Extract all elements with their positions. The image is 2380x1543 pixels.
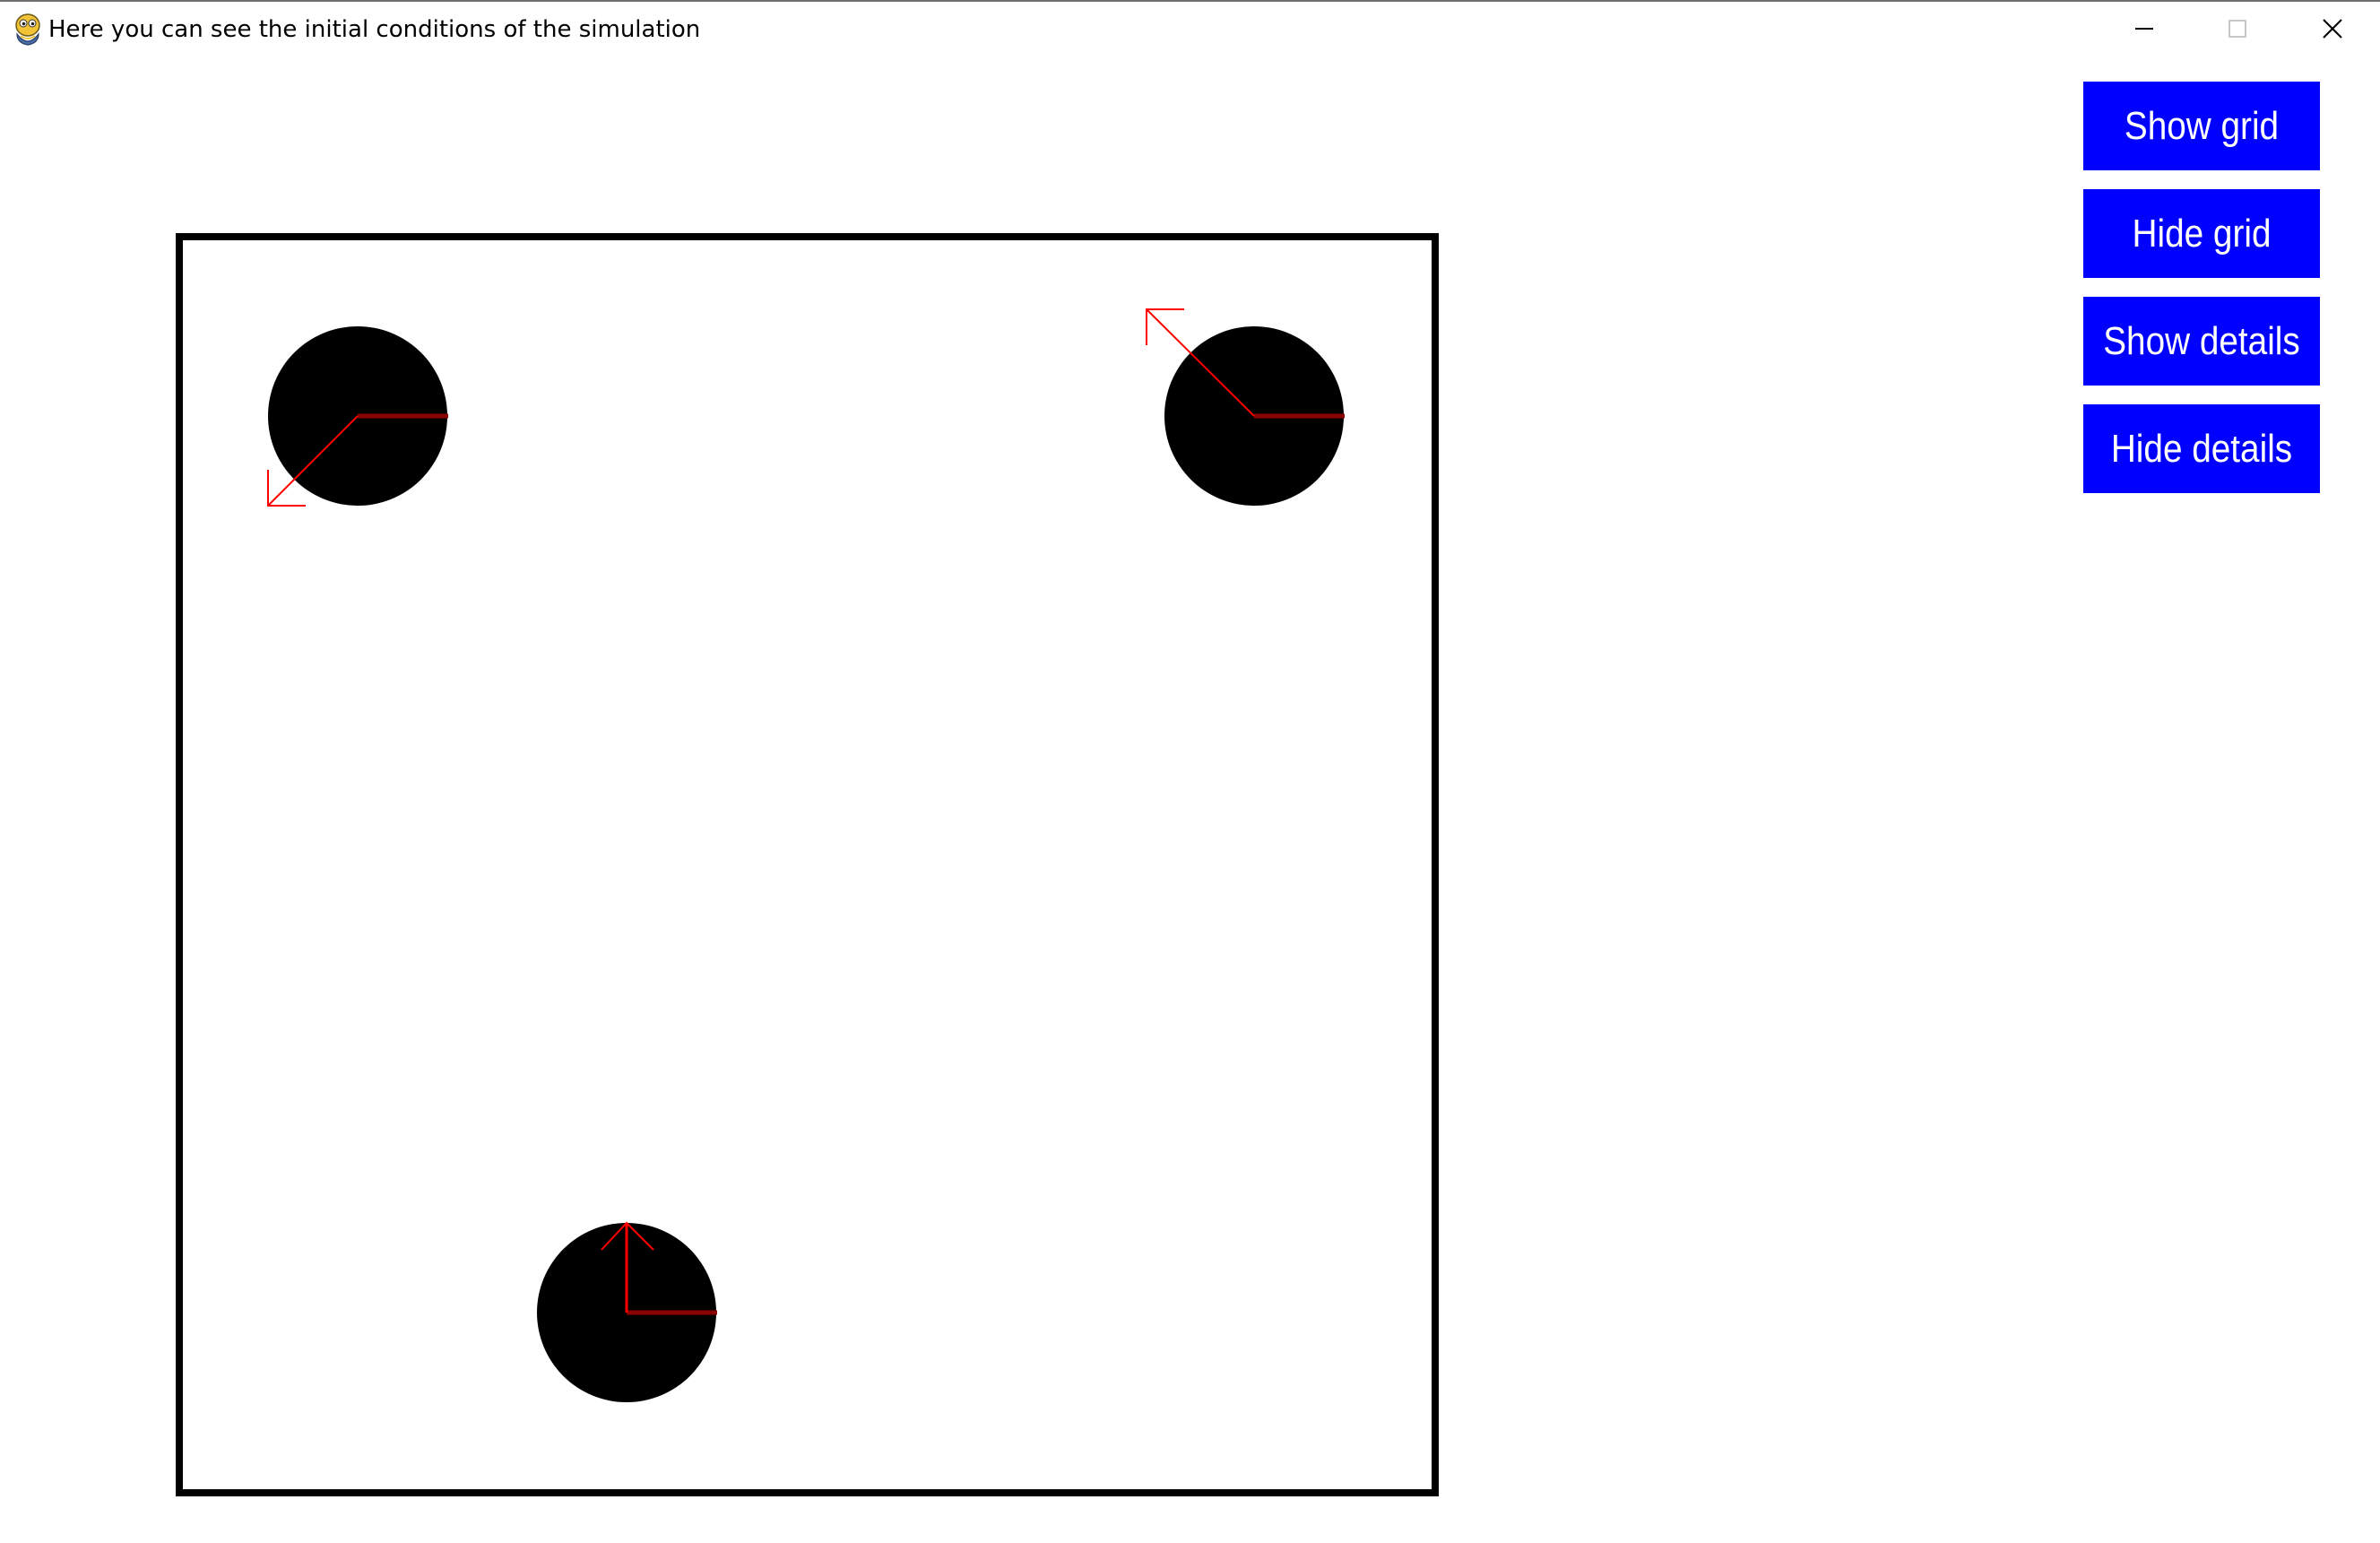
particle-3: [537, 1221, 717, 1402]
window-title: Here you can see the initial conditions …: [48, 16, 701, 43]
close-button[interactable]: [2286, 2, 2379, 56]
particle-2: [1146, 308, 1345, 506]
particle-1: [267, 326, 448, 507]
app-window: Here you can see the initial conditions …: [0, 0, 2380, 1543]
maximize-icon: [2228, 19, 2247, 39]
show-details-button[interactable]: Show details: [2083, 297, 2320, 386]
hide-grid-label: Hide grid: [2132, 211, 2272, 256]
show-grid-button[interactable]: Show grid: [2083, 82, 2320, 170]
show-grid-label: Show grid: [2124, 103, 2280, 148]
python-snake-icon: [12, 13, 44, 47]
minimize-icon: [2134, 19, 2154, 39]
hide-details-label: Hide details: [2110, 426, 2293, 471]
minimize-button[interactable]: [2098, 2, 2191, 56]
simulation-canvas: Show grid Hide grid Show details Hide de…: [0, 57, 2380, 1543]
maximize-button[interactable]: [2191, 2, 2284, 56]
simulation-area: [176, 233, 1439, 1496]
close-icon: [2323, 19, 2342, 39]
show-details-label: Show details: [2103, 318, 2300, 363]
title-bar[interactable]: Here you can see the initial conditions …: [0, 2, 2380, 57]
hide-grid-button[interactable]: Hide grid: [2083, 189, 2320, 278]
hide-details-button[interactable]: Hide details: [2083, 404, 2320, 493]
